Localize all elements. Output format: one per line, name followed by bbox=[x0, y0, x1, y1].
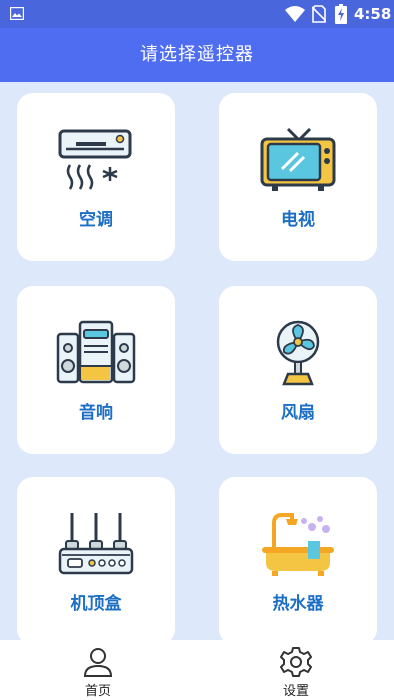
image-icon bbox=[10, 7, 24, 20]
app-header: 请选择遥控器 bbox=[0, 28, 394, 82]
device-label: 音响 bbox=[79, 403, 113, 423]
air-conditioner-icon bbox=[58, 129, 132, 190]
device-card-fan[interactable]: 风扇 bbox=[219, 286, 377, 454]
device-card-tv[interactable]: 电视 bbox=[219, 93, 377, 261]
device-card-water-heater[interactable]: 热水器 bbox=[219, 477, 377, 645]
status-time: 4:58 bbox=[354, 5, 392, 23]
page-title: 请选择遥控器 bbox=[140, 44, 254, 65]
speaker-icon bbox=[56, 320, 136, 384]
battery-charging-icon bbox=[335, 4, 347, 24]
nav-home[interactable]: 首页 bbox=[58, 640, 138, 700]
bottom-nav: 首页 设置 bbox=[0, 640, 394, 700]
device-card-speaker[interactable]: 音响 bbox=[17, 286, 175, 454]
gear-icon bbox=[280, 647, 312, 677]
tv-icon bbox=[260, 127, 336, 191]
user-icon bbox=[83, 648, 113, 677]
nav-settings-label: 设置 bbox=[282, 684, 309, 699]
wifi-icon bbox=[285, 6, 305, 22]
device-label: 机顶盒 bbox=[70, 594, 122, 614]
fan-icon bbox=[276, 320, 320, 386]
nav-home-label: 首页 bbox=[84, 684, 111, 699]
water-heater-icon bbox=[262, 513, 334, 576]
device-label: 电视 bbox=[281, 210, 315, 230]
device-label: 热水器 bbox=[272, 594, 324, 614]
device-card-air-conditioner[interactable]: 空调 bbox=[17, 93, 175, 261]
device-label: 风扇 bbox=[281, 403, 315, 423]
device-label: 空调 bbox=[79, 210, 113, 230]
device-card-set-top-box[interactable]: 机顶盒 bbox=[17, 477, 175, 645]
nav-settings[interactable]: 设置 bbox=[256, 640, 336, 700]
set-top-box-icon bbox=[58, 513, 134, 575]
no-sim-icon bbox=[312, 5, 326, 23]
status-bar: 4:58 bbox=[0, 0, 394, 28]
